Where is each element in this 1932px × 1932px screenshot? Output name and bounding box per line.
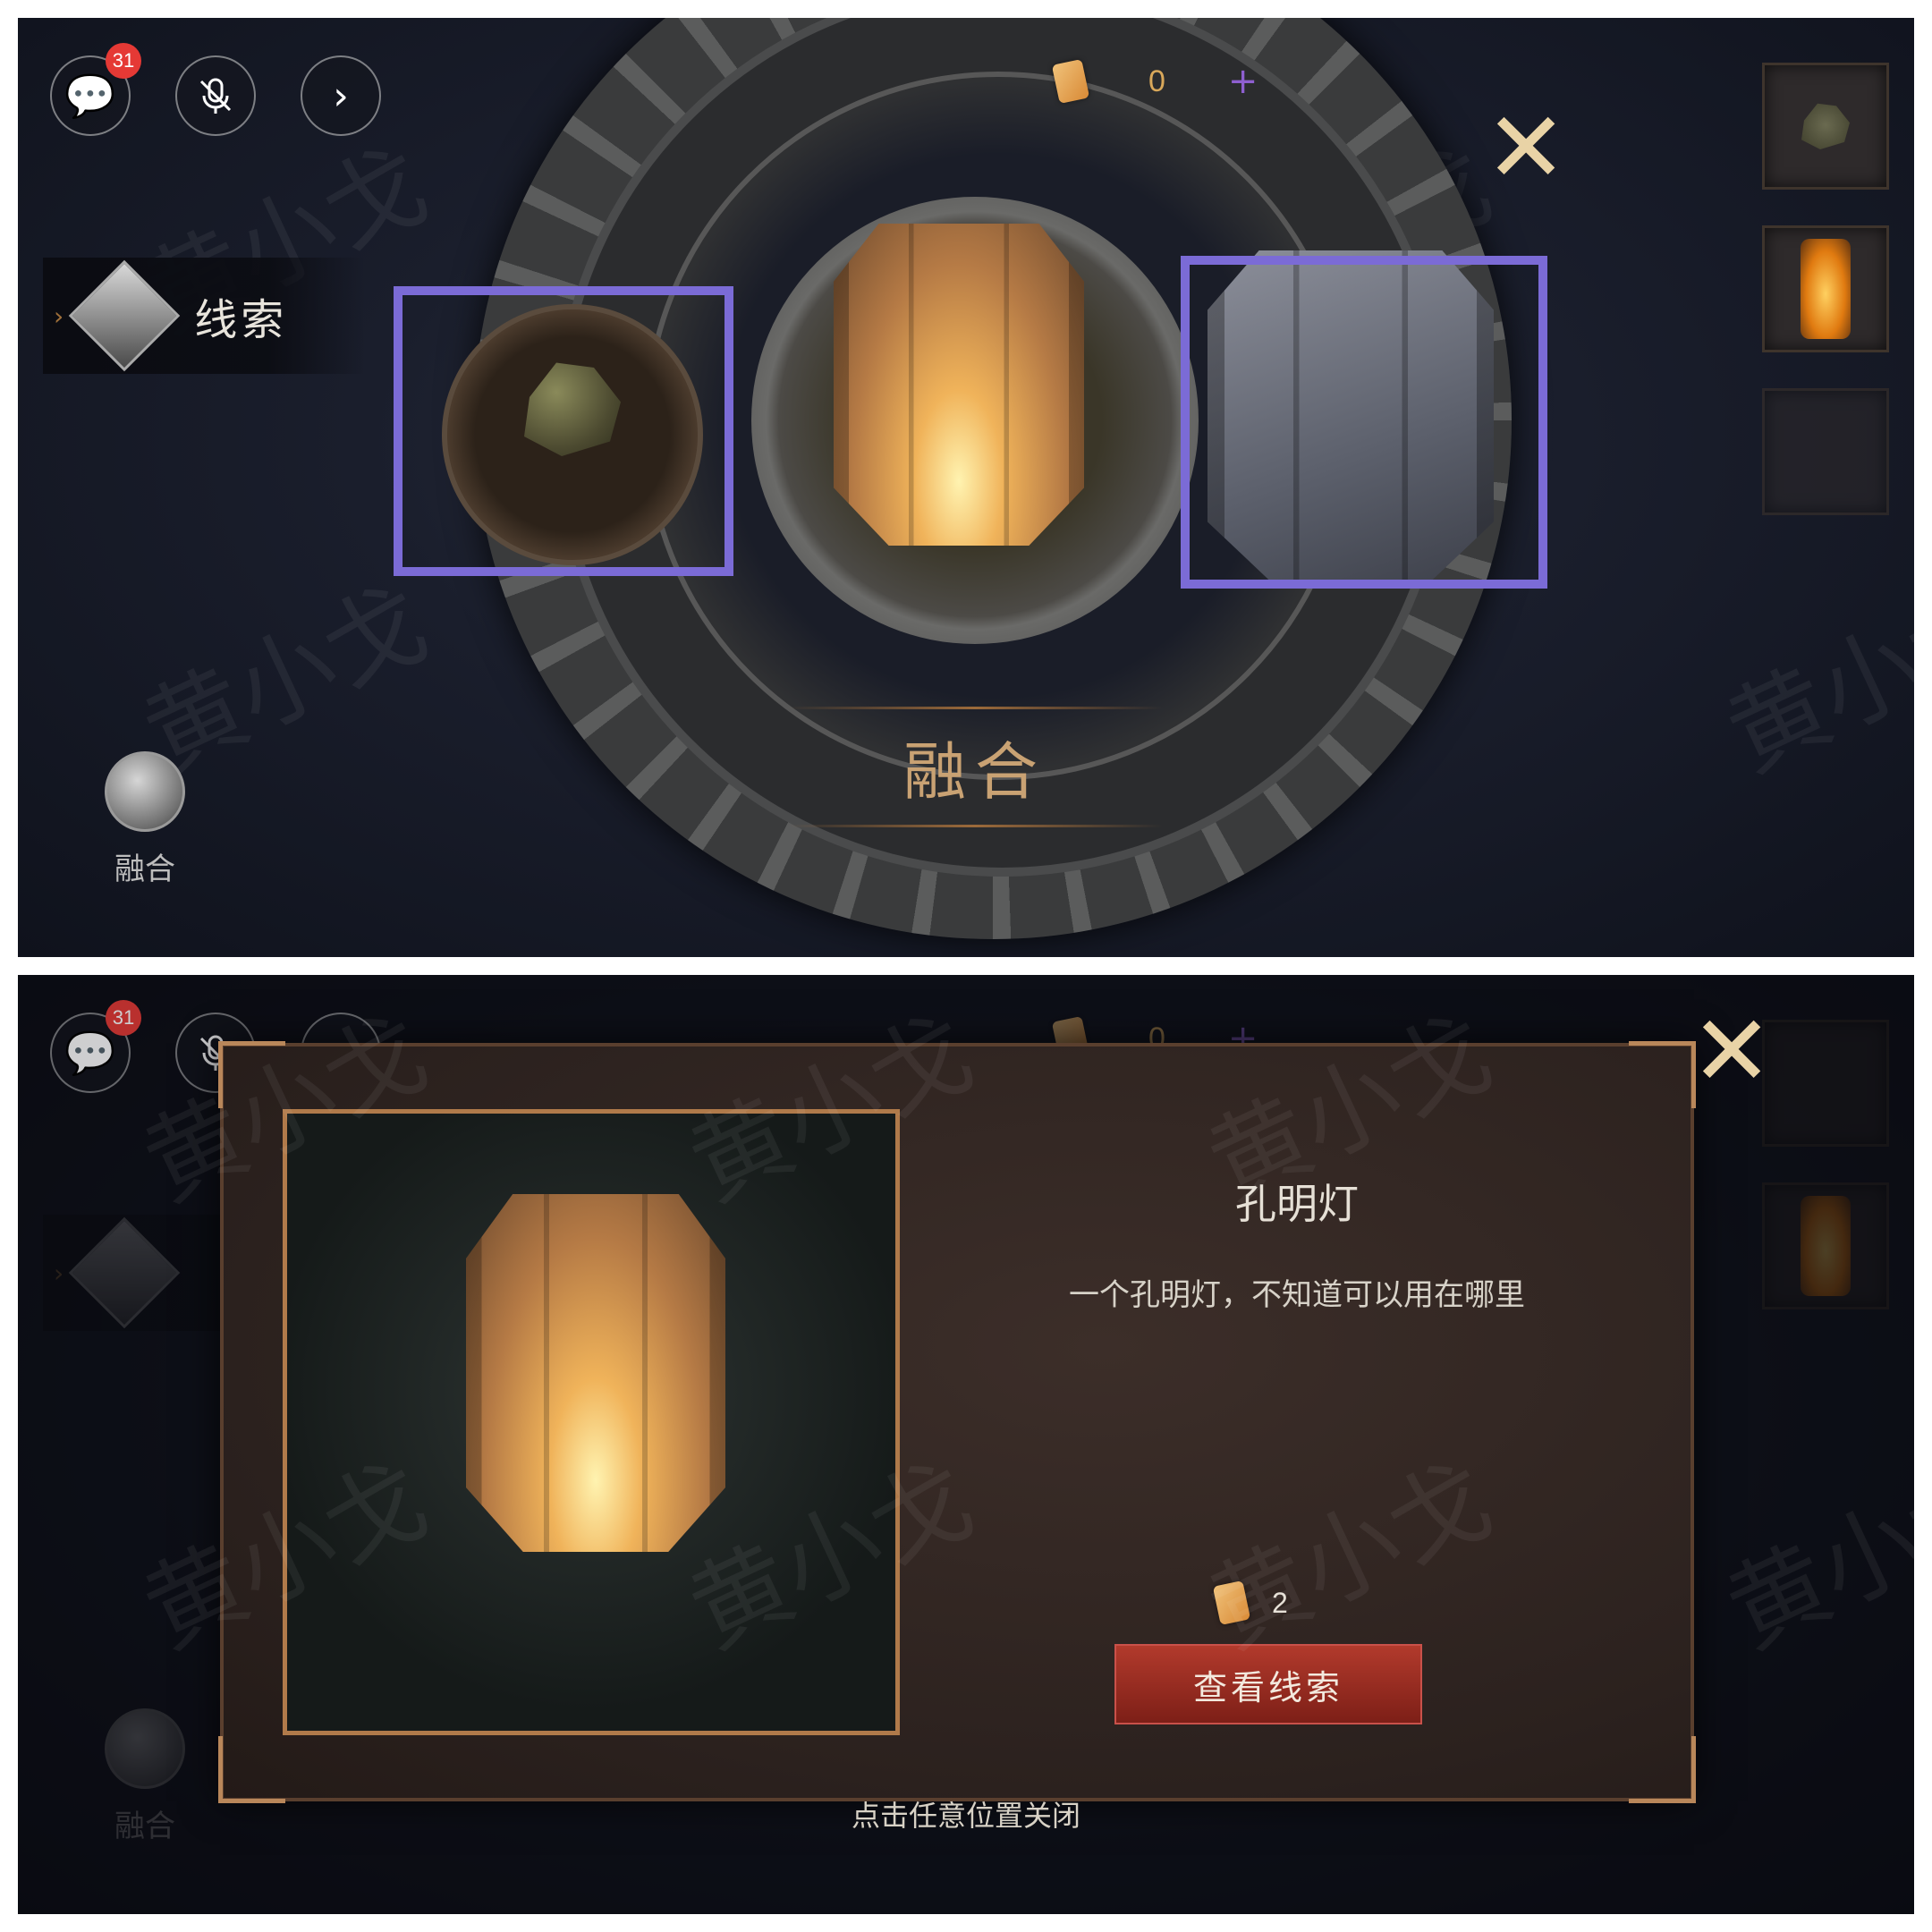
sky-lantern-image <box>466 1194 725 1552</box>
clue-ticket-icon <box>1051 58 1090 105</box>
corner-ornament <box>218 1041 285 1108</box>
chat-bubble-icon: 💬 <box>64 1028 116 1077</box>
fuse-title: 融合 <box>903 735 1046 809</box>
chat-badge: 31 <box>106 43 141 79</box>
highlight-box-right <box>1181 256 1547 589</box>
clue-emblem-icon <box>68 259 181 372</box>
chevron-right-icon: › <box>333 72 349 119</box>
currency-display: 0 + <box>1051 50 1324 113</box>
stone-thumb-icon <box>1801 103 1850 149</box>
inventory-slot-grey-lantern[interactable] <box>1762 388 1889 515</box>
expand-button[interactable]: › <box>301 55 381 136</box>
fuse-action[interactable]: 融合 <box>787 707 1163 827</box>
fusion-icon <box>105 751 185 832</box>
fuse-side-button[interactable]: 融合 <box>73 751 216 888</box>
item-detail-screen: › 融合 💬 31 › 0 + 孔明 <box>18 975 1914 1914</box>
item-detail-dialog: 孔明灯 一个孔明灯，不知道可以用在哪里 2 查看线索 <box>218 1041 1696 1803</box>
chevron-right-icon: › <box>54 301 64 331</box>
clue-tab-label: 线索 <box>194 295 288 345</box>
sky-lantern-result[interactable] <box>834 224 1084 546</box>
close-icon[interactable]: ✕ <box>1485 98 1567 197</box>
inventory-slot-stone[interactable] <box>1762 63 1889 190</box>
chat-button[interactable]: 💬 31 <box>50 43 141 136</box>
oil-lamp-icon <box>1801 239 1851 339</box>
fuse-side-label: 融合 <box>114 852 175 887</box>
cost-value: 2 <box>1272 1586 1288 1619</box>
mic-off-icon <box>199 78 232 114</box>
inventory-slot-lantern[interactable] <box>1762 225 1889 352</box>
chat-bubble-icon: 💬 <box>64 71 116 120</box>
cost-row: 2 <box>1212 1580 1288 1626</box>
add-currency-button[interactable]: + <box>1228 61 1258 102</box>
item-name: 孔明灯 <box>1235 1180 1359 1228</box>
watermark: 黄小戈 <box>1710 564 1914 793</box>
clue-tab[interactable]: › 线索 <box>43 258 365 374</box>
chat-badge: 31 <box>106 1000 141 1036</box>
corner-ornament <box>1629 1041 1696 1108</box>
close-icon[interactable]: ✕ <box>1690 1002 1773 1100</box>
item-preview-frame <box>283 1109 900 1735</box>
chat-button[interactable]: 💬 31 <box>50 1000 141 1093</box>
highlight-box-left <box>394 286 733 576</box>
clue-ticket-icon <box>1212 1580 1251 1626</box>
currency-value: 0 <box>1148 64 1165 98</box>
fusion-screen: 黄小戈 黄小戈 黄小戈 黄小戈 黄小戈 黄小戈 融合 💬 31 › 0 <box>18 18 1914 957</box>
mic-mute-button[interactable] <box>175 55 256 136</box>
close-hint: 点击任意位置关闭 <box>851 1799 1080 1833</box>
item-description: 一个孔明灯，不知道可以用在哪里 <box>1069 1277 1525 1313</box>
view-clue-button[interactable]: 查看线索 <box>1114 1644 1422 1724</box>
